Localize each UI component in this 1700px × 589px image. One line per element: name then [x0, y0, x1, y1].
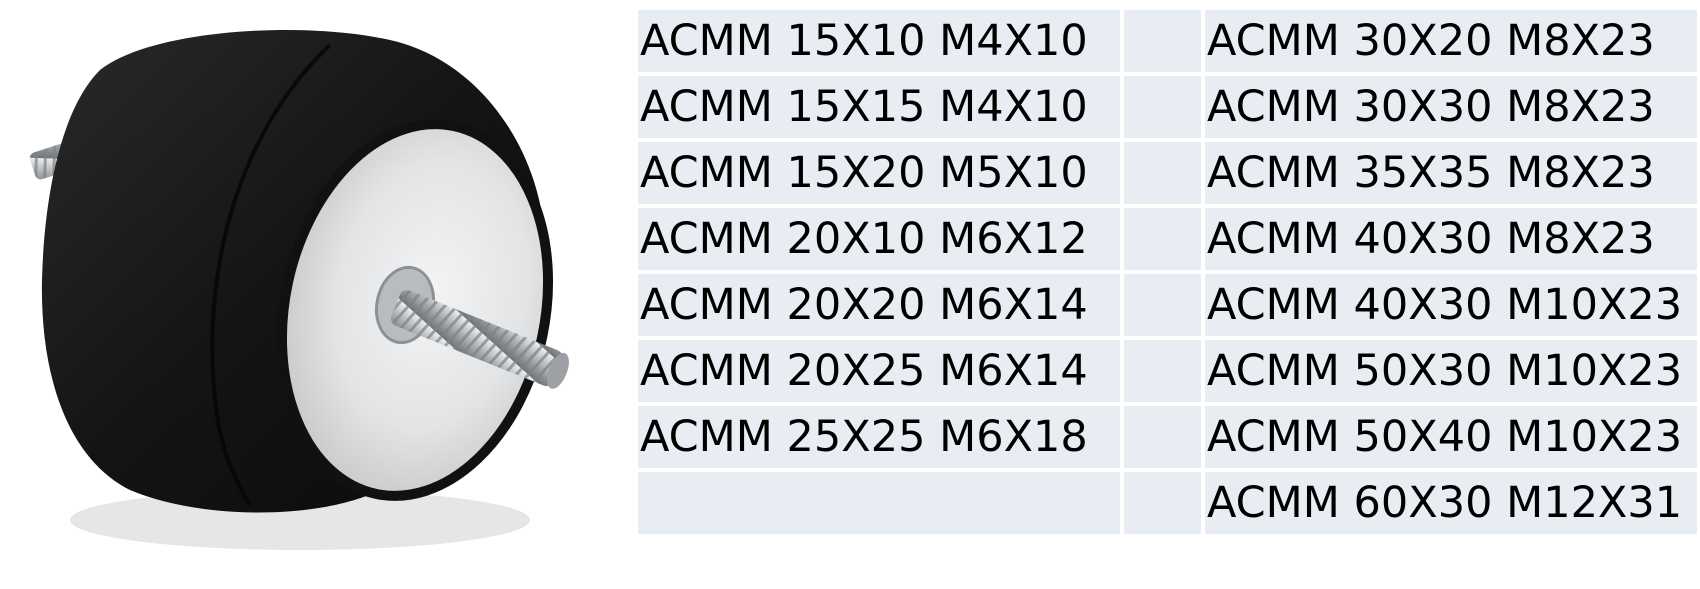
spacer-cell [1124, 274, 1201, 336]
part-number-cell: ACMM 30X20 M8X23 [1205, 10, 1697, 72]
table-row: ACMM 60X30 M12X31 [638, 472, 1697, 534]
spacer-cell [1124, 142, 1201, 204]
part-number-cell: ACMM 20X10 M6X12 [638, 208, 1120, 270]
part-number-cell: ACMM 50X40 M10X23 [1205, 406, 1697, 468]
product-spec-table: ACMM 15X10 M4X10 ACMM 30X20 M8X23 ACMM 15X… [634, 6, 1700, 538]
spacer-cell [1124, 406, 1201, 468]
part-number-cell: ACMM 40X30 M8X23 [1205, 208, 1697, 270]
part-number-cell: ACMM 40X30 M10X23 [1205, 274, 1697, 336]
part-number-cell [638, 472, 1120, 534]
part-number-cell: ACMM 30X30 M8X23 [1205, 76, 1697, 138]
part-number-cell: ACMM 20X20 M6X14 [638, 274, 1120, 336]
spacer-cell [1124, 10, 1201, 72]
part-number-cell: ACMM 15X15 M4X10 [638, 76, 1120, 138]
spacer-cell [1124, 472, 1201, 534]
part-number-cell: ACMM 60X30 M12X31 [1205, 472, 1697, 534]
spacer-cell [1124, 340, 1201, 402]
table-row: ACMM 20X10 M6X12 ACMM 40X30 M8X23 [638, 208, 1697, 270]
spacer-cell [1124, 76, 1201, 138]
table-row: ACMM 25X25 M6X18 ACMM 50X40 M10X23 [638, 406, 1697, 468]
part-number-cell: ACMM 15X20 M5X10 [638, 142, 1120, 204]
spacer-cell [1124, 208, 1201, 270]
table-row: ACMM 20X20 M6X14 ACMM 40X30 M10X23 [638, 274, 1697, 336]
part-number-cell: ACMM 50X30 M10X23 [1205, 340, 1697, 402]
part-number-cell: ACMM 20X25 M6X14 [638, 340, 1120, 402]
table-row: ACMM 20X25 M6X14 ACMM 50X30 M10X23 [638, 340, 1697, 402]
table-row: ACMM 15X10 M4X10 ACMM 30X20 M8X23 [638, 10, 1697, 72]
part-number-cell: ACMM 35X35 M8X23 [1205, 142, 1697, 204]
rubber-anti-vibration-mount-icon [29, 30, 569, 550]
table-row: ACMM 15X20 M5X10 ACMM 35X35 M8X23 [638, 142, 1697, 204]
part-number-cell: ACMM 25X25 M6X18 [638, 406, 1120, 468]
spec-table-body: ACMM 15X10 M4X10 ACMM 30X20 M8X23 ACMM 15X… [638, 10, 1697, 534]
table-row: ACMM 15X15 M4X10 ACMM 30X30 M8X23 [638, 76, 1697, 138]
part-number-cell: ACMM 15X10 M4X10 [638, 10, 1120, 72]
